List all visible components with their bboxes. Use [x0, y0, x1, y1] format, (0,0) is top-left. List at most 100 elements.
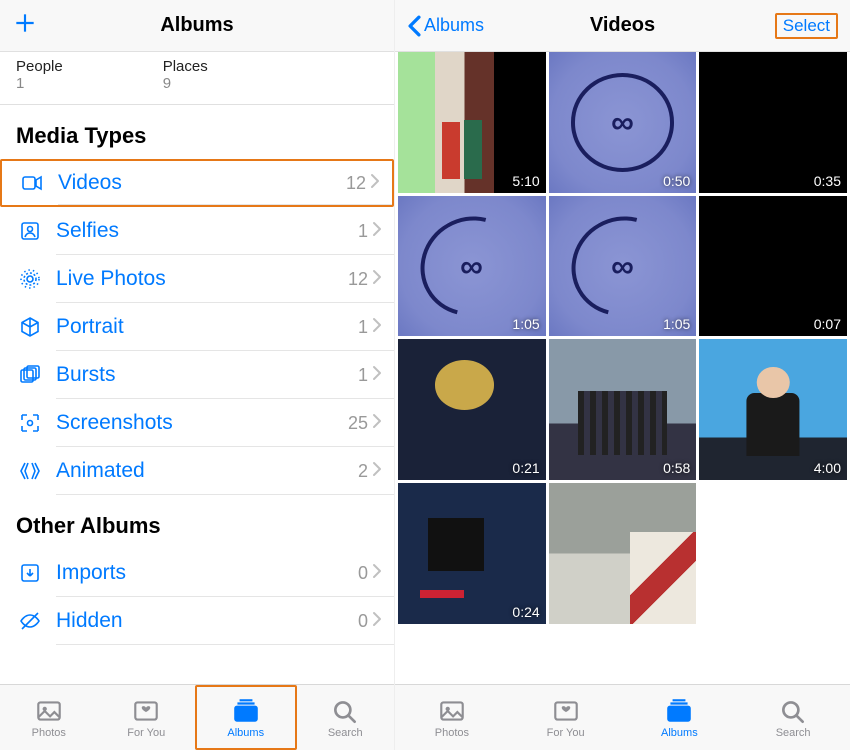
- tab-for-you[interactable]: For You: [98, 685, 196, 750]
- row-count: 1: [358, 221, 368, 242]
- video-duration: 5:10: [512, 173, 539, 189]
- row-label: Imports: [56, 561, 358, 585]
- video-thumb[interactable]: 0:35: [699, 52, 847, 193]
- tab-label: Search: [328, 727, 363, 739]
- plus-icon: [12, 10, 38, 36]
- row-label: Screenshots: [56, 411, 348, 435]
- media-types-list: Videos12Selfies1Live Photos12Portrait1Bu…: [0, 159, 394, 495]
- video-duration: 0:21: [512, 460, 539, 476]
- media-row-screenshots[interactable]: Screenshots25: [0, 399, 394, 447]
- album-count: 1: [16, 75, 63, 92]
- video-duration: 0:58: [663, 460, 690, 476]
- imports-icon: [16, 561, 44, 585]
- live-icon: [16, 267, 44, 291]
- tab-label: Search: [776, 727, 811, 739]
- hidden-icon: [16, 609, 44, 633]
- for-you-icon: [131, 697, 161, 725]
- video-thumb[interactable]: ∞0:50: [549, 52, 697, 193]
- tab-photos[interactable]: Photos: [395, 685, 509, 750]
- video-duration: 0:35: [814, 173, 841, 189]
- page-title: Albums: [0, 14, 394, 37]
- video-duration: 0:24: [512, 604, 539, 620]
- bursts-icon: [16, 363, 44, 387]
- tab-label: Photos: [435, 727, 469, 739]
- video-thumb[interactable]: 5:10: [398, 52, 546, 193]
- video-duration: 1:37: [663, 604, 690, 620]
- row-count: 0: [358, 563, 368, 584]
- chevron-right-icon: [372, 611, 382, 627]
- video-thumb[interactable]: 0:07: [699, 196, 847, 337]
- video-icon: [18, 171, 46, 195]
- other-row-hidden[interactable]: Hidden0: [0, 597, 394, 645]
- tab-albums[interactable]: Albums: [623, 685, 737, 750]
- tab-bar: Photos For You Albums Search: [395, 684, 850, 750]
- navbar: Albums Videos Select: [395, 0, 850, 52]
- video-duration: 1:05: [663, 316, 690, 332]
- media-row-portrait[interactable]: Portrait1: [0, 303, 394, 351]
- search-icon: [330, 697, 360, 725]
- section-header-other-albums: Other Albums: [0, 495, 394, 549]
- animated-icon: [16, 459, 44, 483]
- video-grid: 5:10∞0:500:35∞1:05∞1:050:070:210:584:000…: [395, 52, 850, 624]
- tab-label: Albums: [661, 727, 698, 739]
- media-row-bursts[interactable]: Bursts1: [0, 351, 394, 399]
- media-row-live-photos[interactable]: Live Photos12: [0, 255, 394, 303]
- portrait-icon: [16, 315, 44, 339]
- back-button[interactable]: Albums: [407, 15, 484, 37]
- video-thumb[interactable]: 4:00: [699, 339, 847, 480]
- videos-screen: Albums Videos Select 5:10 ∞0:50 0:35 ∞1:05∞…: [395, 0, 850, 750]
- chevron-right-icon: [372, 461, 382, 477]
- row-count: 2: [358, 461, 368, 482]
- albums-icon: [231, 697, 261, 725]
- video-thumb[interactable]: ∞1:05: [549, 196, 697, 337]
- row-count: 0: [358, 611, 368, 632]
- tab-search[interactable]: Search: [297, 685, 395, 750]
- search-icon: [778, 697, 808, 725]
- album-places[interactable]: Places 9: [163, 58, 208, 92]
- video-thumb[interactable]: 0:24: [398, 483, 546, 624]
- album-label: Places: [163, 58, 208, 75]
- tab-search[interactable]: Search: [736, 685, 850, 750]
- row-label: Portrait: [56, 315, 358, 339]
- select-button[interactable]: Select: [775, 13, 838, 39]
- tab-label: Albums: [227, 727, 264, 739]
- row-label: Hidden: [56, 609, 358, 633]
- video-thumb[interactable]: 1:37: [549, 483, 697, 624]
- media-row-selfies[interactable]: Selfies1: [0, 207, 394, 255]
- row-label: Animated: [56, 459, 358, 483]
- media-row-videos[interactable]: Videos12: [0, 159, 394, 207]
- back-label: Albums: [424, 15, 484, 36]
- row-label: Videos: [58, 171, 346, 195]
- albums-screen: Albums People 1 Places 9 Media Types Vid…: [0, 0, 395, 750]
- row-label: Selfies: [56, 219, 358, 243]
- tab-bar: Photos For You Albums Search: [0, 684, 394, 750]
- my-albums-row: People 1 Places 9: [0, 52, 394, 105]
- album-people[interactable]: People 1: [16, 58, 63, 92]
- video-thumb[interactable]: ∞1:05: [398, 196, 546, 337]
- tab-label: Photos: [32, 727, 66, 739]
- chevron-left-icon: [407, 15, 422, 37]
- row-count: 1: [358, 317, 368, 338]
- video-duration: 0:50: [663, 173, 690, 189]
- video-thumb[interactable]: 0:58: [549, 339, 697, 480]
- add-album-button[interactable]: [12, 10, 38, 41]
- row-count: 25: [348, 413, 368, 434]
- other-row-imports[interactable]: Imports0: [0, 549, 394, 597]
- row-label: Live Photos: [56, 267, 348, 291]
- screenshot-icon: [16, 411, 44, 435]
- section-header-media-types: Media Types: [0, 105, 394, 159]
- tab-label: For You: [127, 727, 165, 739]
- media-row-animated[interactable]: Animated2: [0, 447, 394, 495]
- tab-albums[interactable]: Albums: [195, 685, 297, 750]
- chevron-right-icon: [372, 365, 382, 381]
- navbar: Albums: [0, 0, 394, 52]
- selfie-icon: [16, 219, 44, 243]
- tab-for-you[interactable]: For You: [509, 685, 623, 750]
- chevron-right-icon: [372, 317, 382, 333]
- video-duration: 1:05: [512, 316, 539, 332]
- tab-photos[interactable]: Photos: [0, 685, 98, 750]
- video-duration: 4:00: [814, 460, 841, 476]
- video-thumb[interactable]: 0:21: [398, 339, 546, 480]
- chevron-right-icon: [372, 221, 382, 237]
- tab-label: For You: [547, 727, 585, 739]
